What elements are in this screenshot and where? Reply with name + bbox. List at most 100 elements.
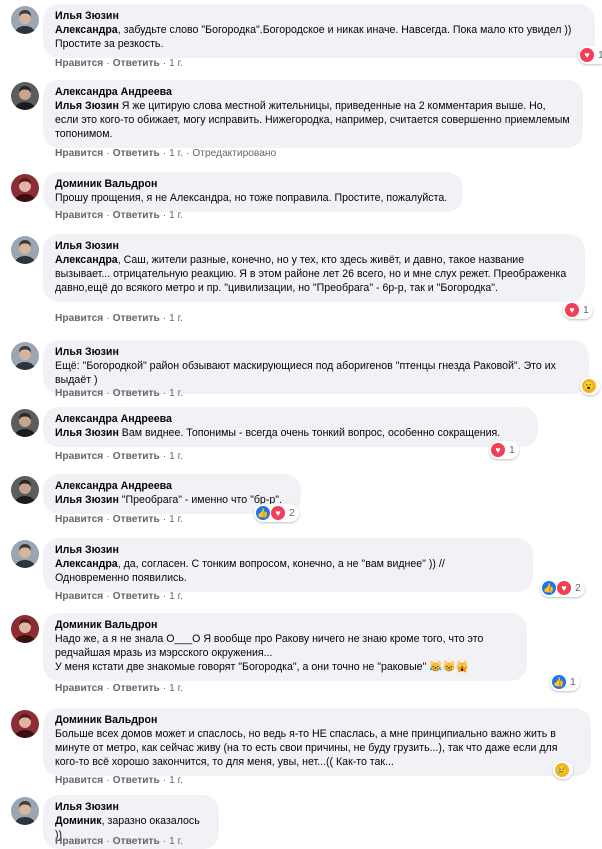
reaction-summary[interactable]: 👍 ♥ 2 xyxy=(540,579,585,597)
comment-mention[interactable]: Александра xyxy=(55,24,118,36)
love-reaction-icon: ♥ xyxy=(271,506,285,520)
love-reaction-icon: ♥ xyxy=(565,303,579,317)
reaction-summary[interactable]: ♥ 1 xyxy=(489,441,519,459)
comment-bubble: Александра Андреева Илья Зюзин Вам виднее… xyxy=(43,407,538,447)
comment-mention[interactable]: Илья Зюзин xyxy=(55,494,119,506)
separator-dot: · xyxy=(162,514,167,525)
separator-dot: · xyxy=(162,683,167,694)
comment-author[interactable]: Илья Зюзин xyxy=(55,240,573,253)
like-button[interactable]: Нравится xyxy=(55,388,103,399)
like-button[interactable]: Нравится xyxy=(55,58,103,69)
separator-dot: · xyxy=(106,313,110,324)
comment-timestamp[interactable]: 1 г. xyxy=(169,58,183,69)
comment-mention[interactable]: Илья Зюзин xyxy=(55,427,119,439)
avatar[interactable] xyxy=(11,409,39,437)
comment-mention[interactable]: Александра xyxy=(55,254,118,266)
comment-timestamp[interactable]: 1 г. xyxy=(169,210,183,221)
reply-button[interactable]: Ответить xyxy=(113,775,160,786)
avatar-image xyxy=(11,476,39,504)
comment-timestamp[interactable]: 1 г. xyxy=(169,451,183,462)
separator-dot: · xyxy=(162,388,167,399)
like-button[interactable]: Нравится xyxy=(55,313,103,324)
avatar-image xyxy=(11,6,39,34)
reply-button[interactable]: Ответить xyxy=(113,683,160,694)
comment-timestamp[interactable]: 1 г. xyxy=(169,836,183,847)
reaction-summary[interactable]: 👍 ♥ 2 xyxy=(254,504,299,522)
like-button[interactable]: Нравится xyxy=(55,591,103,602)
like-button[interactable]: Нравится xyxy=(55,683,103,694)
comment-actions: Нравится · Ответить · 1 г. xyxy=(55,683,183,694)
separator-dot: · xyxy=(106,683,110,694)
reaction-summary[interactable]: 😢 xyxy=(553,761,573,779)
comment-author[interactable]: Доминик Вальдрон xyxy=(55,619,515,632)
avatar-image xyxy=(11,615,39,643)
comment-author[interactable]: Илья Зюзин xyxy=(55,544,521,557)
reply-button[interactable]: Ответить xyxy=(113,58,160,69)
avatar[interactable] xyxy=(11,615,39,643)
avatar[interactable] xyxy=(11,797,39,825)
comment-author[interactable]: Доминик Вальдрон xyxy=(55,714,579,727)
reply-button[interactable]: Ответить xyxy=(113,388,160,399)
comment-text: Илья Зюзин "Преобрага" - именно что "бр-… xyxy=(55,493,289,507)
comment-timestamp[interactable]: 1 г. xyxy=(169,313,183,324)
comment-timestamp[interactable]: 1 г. xyxy=(169,683,183,694)
comment-author[interactable]: Илья Зюзин xyxy=(55,346,577,359)
comment-mention[interactable]: Александра xyxy=(55,558,118,570)
avatar[interactable] xyxy=(11,82,39,110)
avatar[interactable] xyxy=(11,476,39,504)
reply-button[interactable]: Ответить xyxy=(113,514,160,525)
reaction-summary[interactable]: 😮 xyxy=(580,377,600,395)
comment-mention[interactable]: Доминик xyxy=(55,815,102,827)
separator-dot: · xyxy=(162,58,167,69)
comment-actions: Нравится · Ответить · 1 г. xyxy=(55,58,183,69)
comment-timestamp[interactable]: 1 г. xyxy=(169,775,183,786)
like-button[interactable]: Нравится xyxy=(55,775,103,786)
reply-button[interactable]: Ответить xyxy=(113,591,160,602)
like-button[interactable]: Нравится xyxy=(55,451,103,462)
comment-author[interactable]: Александра Андреева xyxy=(55,86,571,99)
edited-label[interactable]: Отредактировано xyxy=(192,148,276,159)
comment-author[interactable]: Илья Зюзин xyxy=(55,10,583,23)
separator-dot: · xyxy=(106,148,110,159)
comment-timestamp[interactable]: 1 г. xyxy=(169,388,183,399)
like-button[interactable]: Нравится xyxy=(55,836,103,847)
comment-body: Надо же, а я не знала О___О Я вообще про… xyxy=(55,633,484,673)
avatar[interactable] xyxy=(11,710,39,738)
comment-text: Надо же, а я не знала О___О Я вообще про… xyxy=(55,632,515,674)
avatar[interactable] xyxy=(11,236,39,264)
reaction-summary[interactable]: 👍 1 xyxy=(550,673,580,691)
avatar[interactable] xyxy=(11,6,39,34)
comment-actions: Нравится · Ответить · 1 г. xyxy=(55,313,183,324)
avatar[interactable] xyxy=(11,174,39,202)
reply-button[interactable]: Ответить xyxy=(113,148,160,159)
reply-button[interactable]: Ответить xyxy=(113,836,160,847)
love-reaction-icon: ♥ xyxy=(557,581,571,595)
reply-button[interactable]: Ответить xyxy=(113,451,160,462)
separator-dot: · xyxy=(162,775,167,786)
reply-button[interactable]: Ответить xyxy=(113,313,160,324)
comment-timestamp[interactable]: 1 г. xyxy=(169,514,183,525)
avatar[interactable] xyxy=(11,540,39,568)
like-button[interactable]: Нравится xyxy=(55,148,103,159)
comment-timestamp[interactable]: 1 г. xyxy=(169,148,183,159)
comment-timestamp[interactable]: 1 г. xyxy=(169,591,183,602)
reaction-summary[interactable]: ♥ 1 xyxy=(563,301,593,319)
comment-body: Больше всех домов может и спаслось, но в… xyxy=(55,728,558,768)
reply-button[interactable]: Ответить xyxy=(113,210,160,221)
comment-mention[interactable]: Илья Зюзин xyxy=(55,100,119,112)
reaction-count: 1 xyxy=(583,304,589,316)
like-button[interactable]: Нравится xyxy=(55,210,103,221)
comment-author[interactable]: Александра Андреева xyxy=(55,480,289,493)
comment-text: Александра, забудьте слово "Богородка".Б… xyxy=(55,23,583,51)
like-button[interactable]: Нравится xyxy=(55,514,103,525)
comment-bubble: Илья Зюзин Александра, Саш, жители разные… xyxy=(43,234,585,302)
avatar-image xyxy=(11,540,39,568)
separator-dot: · xyxy=(162,836,167,847)
comment-author[interactable]: Александра Андреева xyxy=(55,413,526,426)
avatar[interactable] xyxy=(11,342,39,370)
avatar-image xyxy=(11,236,39,264)
comment-author[interactable]: Доминик Вальдрон xyxy=(55,178,451,191)
comment-bubble: Доминик Вальдрон Надо же, а я не знала О_… xyxy=(43,613,527,681)
reaction-summary[interactable]: ♥ 1 xyxy=(578,46,602,64)
comment-author[interactable]: Илья Зюзин xyxy=(55,801,207,814)
